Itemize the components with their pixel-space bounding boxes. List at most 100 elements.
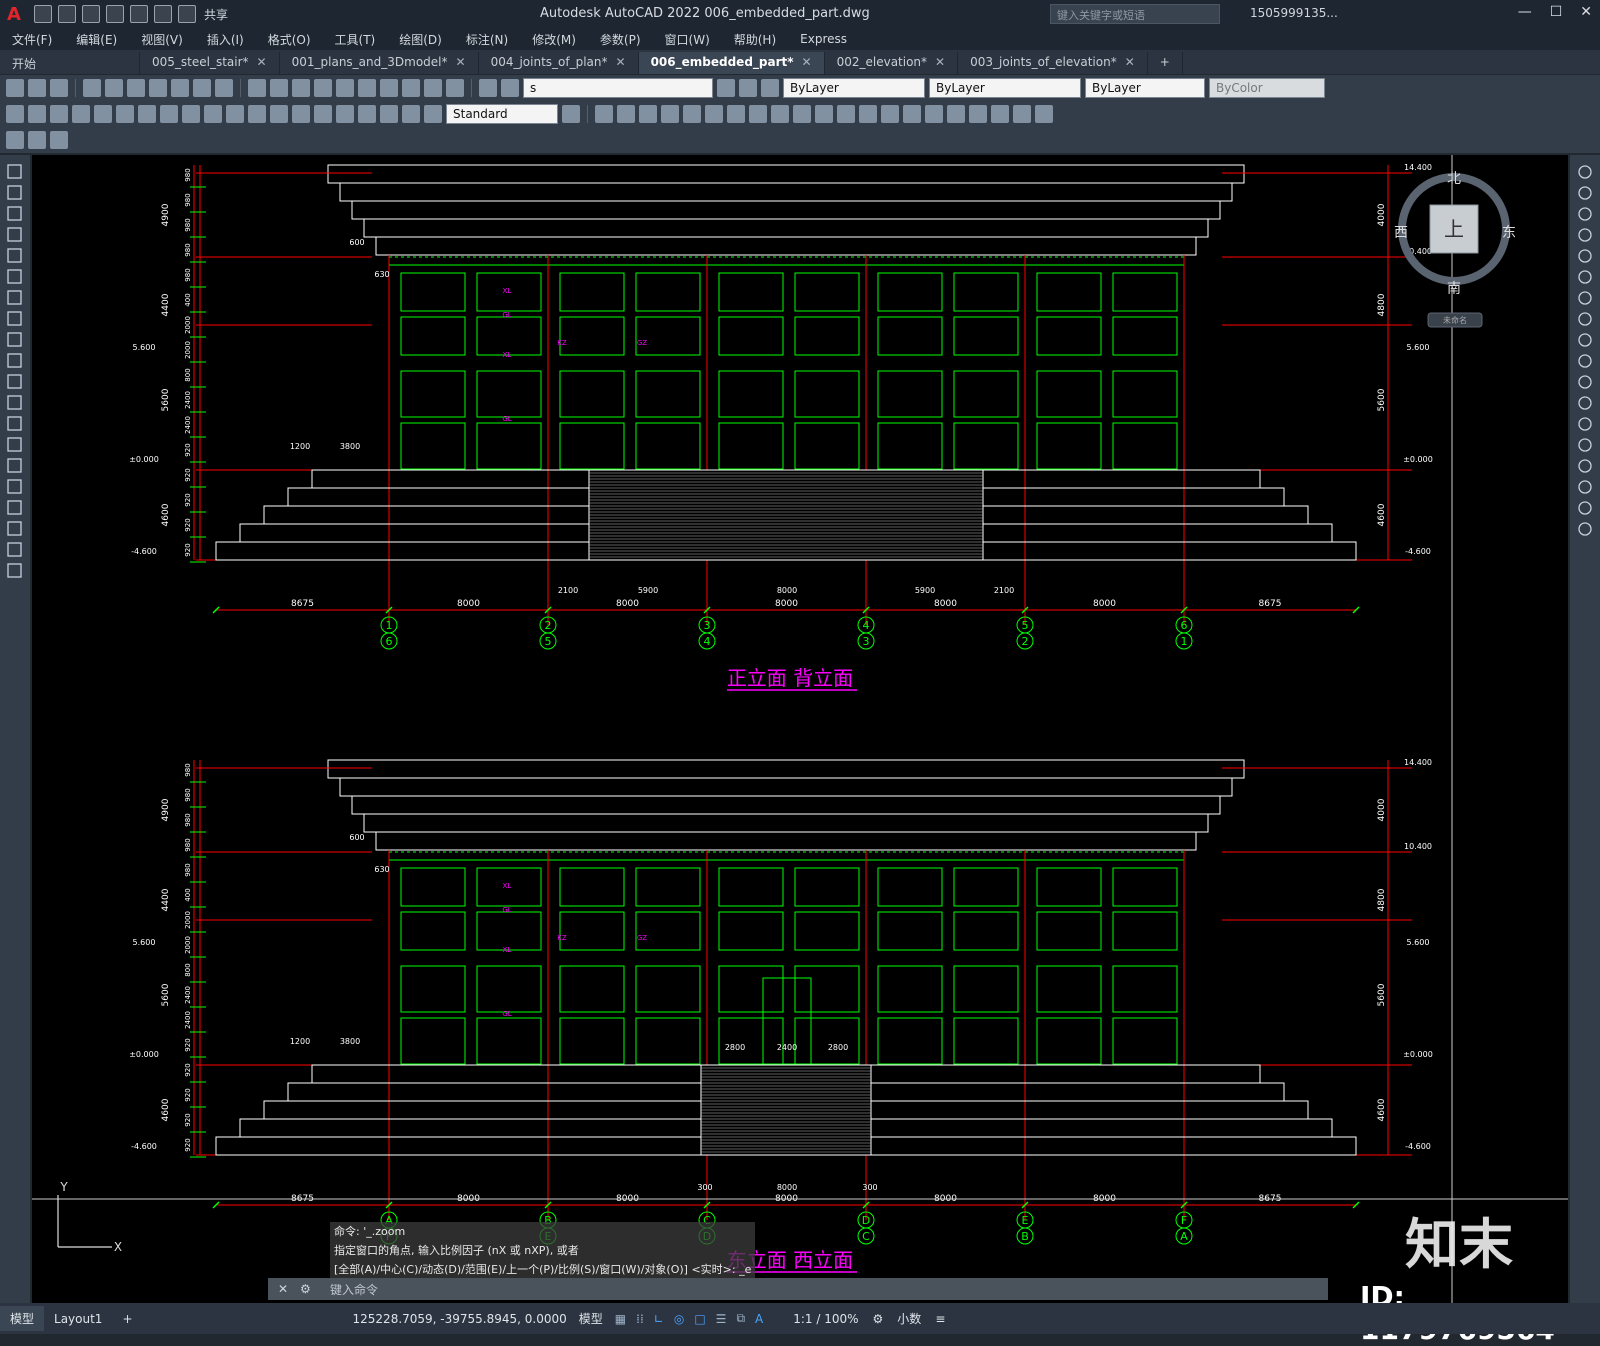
inspection-icon[interactable] [336,105,354,123]
draw-tool-icon[interactable] [7,248,22,263]
draw-tool-icon[interactable] [7,311,22,326]
cad-drawing[interactable]: 8675 8000 8000 8000 8000 8000 8675 1 6 2 5 3 4 4 3 5 2 6 1… [32,155,1568,1303]
extend-icon[interactable] [815,105,833,123]
annotation-icon[interactable]: A [755,1312,763,1326]
add-layout-button[interactable]: + [112,1308,142,1330]
open-file-icon[interactable] [58,5,76,23]
layer-previous-icon[interactable] [739,79,757,97]
tab-elevation[interactable]: 002_elevation* ✕ [825,52,959,74]
command-line[interactable]: ✕ ⚙ 键入命令 [268,1278,1328,1300]
modify-tool-icon[interactable] [1578,228,1592,242]
user-account[interactable]: 1505999135... [1250,6,1338,20]
modify-tool-icon[interactable] [1578,375,1592,389]
fillet-icon[interactable] [837,105,855,123]
angular-icon[interactable] [160,105,178,123]
modify-tools-icons[interactable] [1570,155,1600,545]
tolerance-icon[interactable] [292,105,310,123]
print-icon[interactable] [83,79,101,97]
erase-icon[interactable] [947,105,965,123]
modify-tool-icon[interactable] [1578,501,1592,515]
draw-tool-icon[interactable] [7,416,22,431]
modify-tool-icon[interactable] [1578,522,1592,536]
tab-steel-stair[interactable]: 005_steel_stair* ✕ [140,52,280,74]
insert-icon[interactable] [991,105,1009,123]
modify-tool-icon[interactable] [1578,249,1592,263]
tab-start[interactable]: 开始 [0,52,140,74]
solid-cylinder-icon[interactable] [617,105,635,123]
minimize-button[interactable]: — [1518,4,1532,20]
command-input[interactable]: 键入命令 [330,1281,378,1298]
scale-icon[interactable] [771,105,789,123]
menu-tools[interactable]: 工具(T) [323,31,388,48]
draw-tool-icon[interactable] [7,185,22,200]
redo-icon[interactable] [178,5,196,23]
units-select[interactable]: 小数 [897,1310,921,1327]
arc-length-icon[interactable] [50,105,68,123]
modify-tool-icon[interactable] [1578,207,1592,221]
stretch-icon[interactable] [705,105,723,123]
copy-object-icon[interactable] [683,105,701,123]
trim-icon[interactable] [793,105,811,123]
tab-layout1[interactable]: Layout1 [44,1308,112,1330]
dim-update-icon[interactable] [424,105,442,123]
undo-icon[interactable] [248,79,266,97]
draw-tool-icon[interactable] [7,269,22,284]
mirror-icon[interactable] [749,105,767,123]
menu-view[interactable]: 视图(V) [129,31,195,48]
tab-joints-of-elevation[interactable]: 003_joints_of_elevation* ✕ [958,52,1148,74]
draw-tool-icon[interactable] [7,374,22,389]
tab-embedded-part[interactable]: 006_embedded_part* ✕ [638,52,825,74]
dim-edit-icon[interactable] [380,105,398,123]
draw-tool-icon[interactable] [7,500,22,515]
design-center-icon[interactable] [380,79,398,97]
new-tab-button[interactable]: + [1148,52,1183,74]
modify-tool-icon[interactable] [1578,480,1592,494]
modify-tool-icon[interactable] [1578,396,1592,410]
menu-format[interactable]: 格式(O) [256,31,323,48]
close-icon[interactable]: ✕ [935,55,945,69]
attribute-icon[interactable] [50,131,68,149]
layer-state-icon[interactable] [501,79,519,97]
modify-tool-icon[interactable] [1578,270,1592,284]
table-icon[interactable] [6,131,24,149]
close-icon[interactable]: ✕ [257,55,267,69]
drawing-canvas[interactable]: 8675 8000 8000 8000 8000 8000 8675 1 6 2 5 3 4 4 3 5 2 6 1… [32,155,1568,1303]
dimstyle-icon[interactable] [562,105,580,123]
plotstyle-select[interactable]: ByColor [1209,78,1325,98]
close-icon[interactable]: ✕ [1125,55,1135,69]
draw-tool-icon[interactable] [7,563,22,578]
tab-plans-3dmodel[interactable]: 001_plans_and_3Dmodel* ✕ [280,52,479,74]
save-as-icon[interactable] [106,5,124,23]
model-space-toggle[interactable]: 模型 [579,1310,603,1327]
menu-edit[interactable]: 编辑(E) [64,31,129,48]
menu-dimension[interactable]: 标注(N) [454,31,520,48]
paste-icon[interactable] [193,79,211,97]
search-input[interactable]: 键入关键字或短语 [1050,4,1220,24]
jogged-icon[interactable] [116,105,134,123]
calculator-icon[interactable] [424,79,442,97]
customize-icon[interactable]: ⚙ [300,1282,311,1296]
ortho-icon[interactable]: ∟ [654,1312,664,1326]
continue-icon[interactable] [226,105,244,123]
draw-tool-icon[interactable] [7,458,22,473]
workspace-icon[interactable]: ⚙ [873,1312,884,1326]
array-icon[interactable] [925,105,943,123]
open-icon[interactable] [28,79,46,97]
modify-tool-icon[interactable] [1578,354,1592,368]
close-icon[interactable]: ✕ [802,55,812,69]
block-icon[interactable] [969,105,987,123]
radius-icon[interactable] [94,105,112,123]
jogged-linear-icon[interactable] [358,105,376,123]
close-button[interactable]: ✕ [1580,4,1592,20]
autocad-logo-icon[interactable]: A [0,0,28,28]
layer-select[interactable]: s [523,78,713,98]
share-button[interactable]: 共享 [204,6,228,23]
modify-tool-icon[interactable] [1578,459,1592,473]
modify-tool-icon[interactable] [1578,165,1592,179]
new-file-icon[interactable] [34,5,52,23]
draw-tool-icon[interactable] [7,332,22,347]
chamfer-icon[interactable] [859,105,877,123]
draw-tool-icon[interactable] [7,353,22,368]
maximize-button[interactable]: ☐ [1550,4,1563,20]
tab-joints-of-plan[interactable]: 004_joints_of_plan* ✕ [479,52,639,74]
